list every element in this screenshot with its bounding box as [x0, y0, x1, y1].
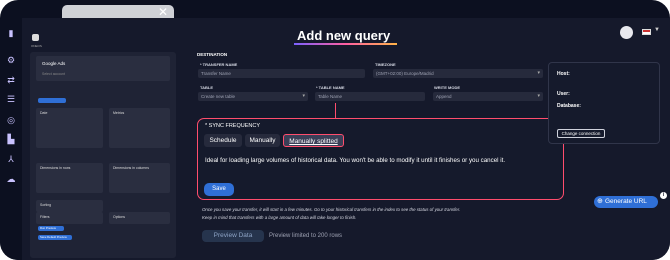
- sync-frequency-label: * SYNC FREQUENCY: [205, 123, 261, 129]
- run-preview-button[interactable]: Run Preview: [38, 226, 64, 231]
- sync-description: Ideal for loading large volumes of histo…: [205, 157, 506, 164]
- preview-data-button[interactable]: Preview Data: [202, 230, 264, 242]
- avatar[interactable]: [620, 26, 633, 39]
- chart-icon[interactable]: ▙: [6, 134, 16, 144]
- table-name-label: * TABLE NAME: [316, 85, 345, 90]
- query-builder-panel: Google Ads Select account Date Metrics D…: [30, 52, 176, 258]
- metrics-card[interactable]: Metrics: [109, 108, 170, 148]
- tab-manually[interactable]: Manually: [245, 134, 280, 147]
- write-mode-select[interactable]: Append: [433, 92, 543, 101]
- timezone-label: TIMEZONE: [375, 62, 396, 67]
- table-select[interactable]: Create new table: [198, 92, 308, 101]
- transfer-icon[interactable]: ⇄: [6, 75, 16, 85]
- sorting-card[interactable]: Sorting: [36, 200, 103, 212]
- save-button[interactable]: Save: [204, 183, 234, 196]
- list-icon[interactable]: ☰: [6, 94, 16, 104]
- dimensions-cols-label: Dimensions in columns: [113, 166, 149, 170]
- sync-frequency-panel: * SYNC FREQUENCY Schedule Manually Manua…: [197, 118, 564, 200]
- title-underline: [294, 43, 397, 45]
- filters-card[interactable]: Filters: [36, 212, 103, 224]
- dimensions-rows-card[interactable]: Dimensions in rows: [36, 163, 103, 193]
- transfer-name-label: * TRANSFER NAME: [200, 62, 238, 67]
- change-connection-button[interactable]: Change connection: [557, 129, 605, 138]
- cloud-icon[interactable]: ☁: [6, 174, 16, 184]
- flow-icon[interactable]: ⅄: [6, 154, 16, 164]
- filters-label: Filters: [40, 215, 50, 219]
- instagram-icon[interactable]: ◎: [6, 115, 16, 125]
- chevron-down-icon[interactable]: ▼: [654, 27, 660, 33]
- destination-heading: DESTINATION: [197, 52, 228, 57]
- write-mode-label: WRITE MODE: [434, 85, 460, 90]
- logo-icon[interactable]: ▮: [6, 28, 16, 38]
- main-app: ONEOS Add new query ▼ Google Ads Select …: [22, 18, 670, 260]
- source-card[interactable]: Google Ads Select account: [36, 56, 170, 81]
- generate-url-button[interactable]: ⊕ Generate URL: [594, 196, 658, 208]
- dimensions-cols-card[interactable]: Dimensions in columns: [109, 163, 170, 193]
- info-line-1: Once you save your transfer, it will sta…: [202, 207, 461, 212]
- tab-manually-splitted[interactable]: Manually splitted: [283, 134, 344, 147]
- dimensions-rows-label: Dimensions in rows: [40, 166, 71, 170]
- page-title: Add new query: [297, 28, 391, 43]
- save-default-preview-button[interactable]: Save Default Preview: [38, 235, 72, 240]
- source-label: Google Ads: [42, 61, 66, 66]
- host-label: Host:: [557, 71, 570, 77]
- metrics-label: Metrics: [113, 111, 125, 115]
- source-sub: Select account: [42, 72, 65, 76]
- date-label: Date: [40, 111, 48, 115]
- browser-tab[interactable]: ✕: [62, 5, 174, 19]
- transfer-name-input[interactable]: Transfer Name: [198, 69, 365, 78]
- info-badge-icon[interactable]: i: [660, 192, 667, 199]
- generate-url-label: Generate URL: [605, 198, 647, 205]
- table-name-input[interactable]: Table Name: [315, 92, 425, 101]
- database-label: Database:: [557, 103, 581, 109]
- save-default-preview-label: Save Default Preview: [40, 235, 67, 239]
- user-label: User:: [557, 91, 570, 97]
- app-logo: [32, 34, 39, 41]
- date-card[interactable]: Date: [36, 108, 103, 148]
- options-card[interactable]: Options: [109, 212, 170, 224]
- language-flag-icon[interactable]: [642, 29, 651, 35]
- info-line-2: Keep in mind that transfers with a large…: [202, 215, 357, 220]
- sorting-label: Sorting: [40, 203, 52, 207]
- tab-query[interactable]: [38, 98, 66, 103]
- connection-panel: Host: User: Database: Change connection: [548, 62, 660, 144]
- logo-text: ONEOS: [31, 44, 42, 48]
- gear-icon[interactable]: ⚙: [6, 55, 16, 65]
- tab-schedule[interactable]: Schedule: [204, 134, 242, 147]
- close-icon[interactable]: ✕: [158, 5, 168, 19]
- preview-note: Preview limited to 200 rows: [269, 233, 343, 239]
- globe-icon: ⊕: [597, 198, 603, 205]
- timezone-select[interactable]: (GMT+02:00) Europe/Madrid: [373, 69, 543, 78]
- options-label: Options: [113, 215, 126, 219]
- run-preview-label: Run Preview: [40, 226, 56, 230]
- table-label: TABLE: [200, 85, 214, 90]
- nav-sidebar: ▮ ⚙ ⇄ ☰ ◎ ▙ ⅄ ☁: [0, 18, 22, 260]
- app-frame: ✕ ▮ ⚙ ⇄ ☰ ◎ ▙ ⅄ ☁ ONEOS Add new query ▼ …: [0, 0, 670, 260]
